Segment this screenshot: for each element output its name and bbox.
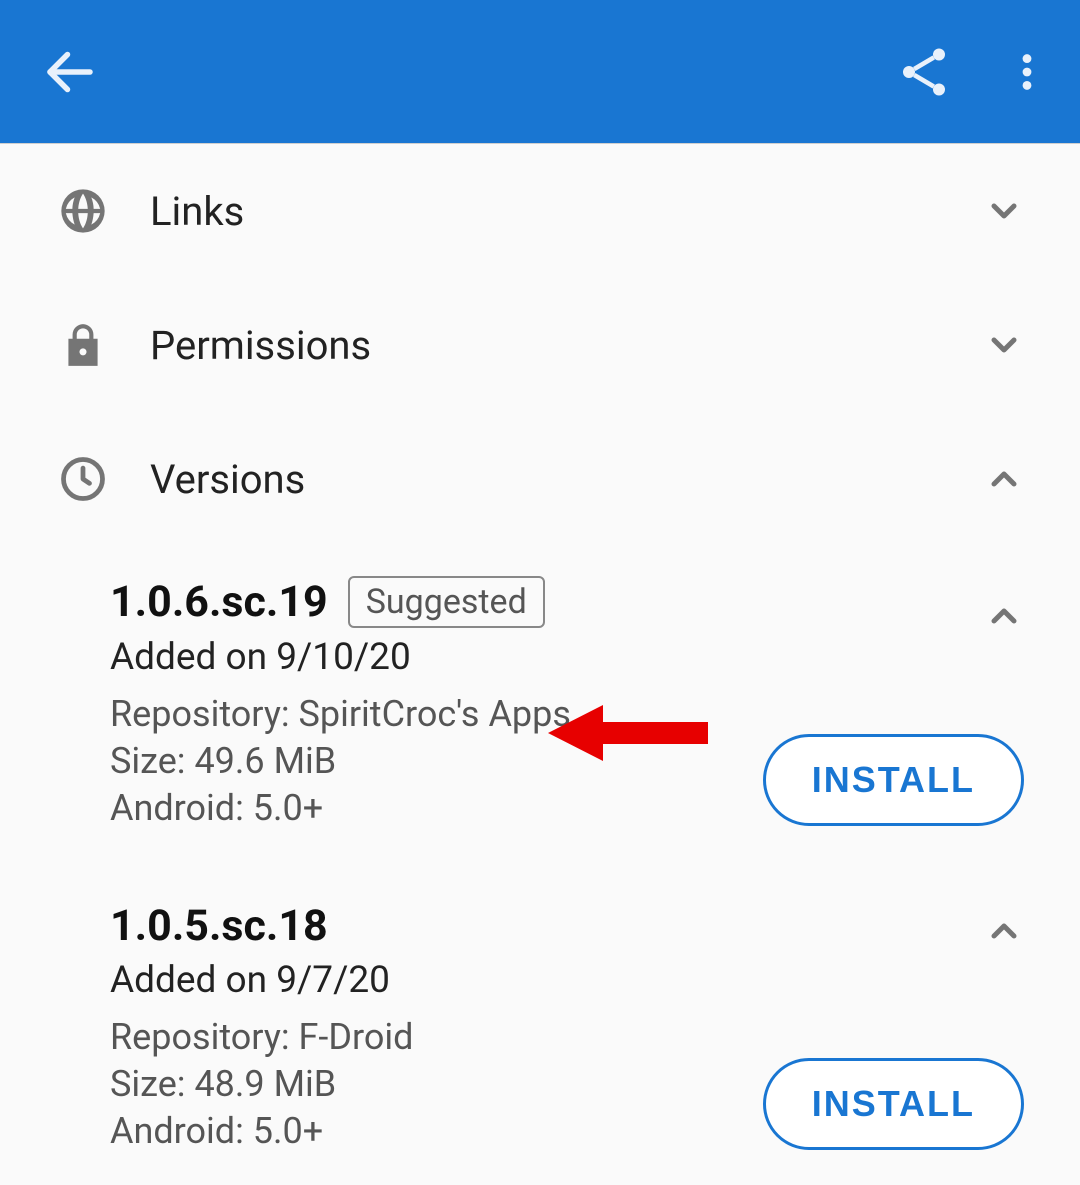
suggested-badge: Suggested — [348, 576, 545, 628]
chevron-up-icon — [984, 459, 1024, 499]
version-name: 1.0.6.sc.19 — [110, 577, 328, 627]
app-bar — [0, 0, 1080, 144]
install-button[interactable]: INSTALL — [763, 734, 1024, 826]
clock-icon — [56, 452, 110, 506]
version-item: 1.0.5.sc.18 Added on 9/7/20 Repository: … — [0, 861, 1080, 1184]
section-label: Permissions — [150, 322, 984, 369]
version-header[interactable]: 1.0.6.sc.19 Suggested — [110, 546, 1024, 628]
lock-icon — [56, 318, 110, 372]
globe-icon — [56, 184, 110, 238]
version-added: Added on 9/10/20 — [110, 636, 1024, 679]
chevron-up-icon — [984, 596, 1024, 636]
section-links[interactable]: Links — [0, 144, 1080, 278]
repository-line: Repository: F-Droid — [110, 1014, 1024, 1061]
share-button[interactable] — [894, 42, 954, 102]
version-collapse-button[interactable] — [984, 596, 1024, 640]
version-header[interactable]: 1.0.5.sc.18 — [110, 871, 1024, 951]
arrow-left-icon — [40, 42, 100, 102]
back-button[interactable] — [40, 42, 100, 102]
section-versions[interactable]: Versions — [0, 412, 1080, 546]
section-permissions[interactable]: Permissions — [0, 278, 1080, 412]
version-name: 1.0.5.sc.18 — [110, 901, 328, 951]
install-button[interactable]: INSTALL — [763, 1058, 1024, 1150]
version-added: Added on 9/7/20 — [110, 959, 1024, 1002]
share-icon — [894, 42, 954, 102]
version-item: 1.0.6.sc.19 Suggested Added on 9/10/20 R… — [0, 546, 1080, 861]
overflow-menu-button[interactable] — [1004, 42, 1050, 102]
section-label: Links — [150, 188, 984, 235]
chevron-down-icon — [984, 325, 1024, 365]
repository-line: Repository: SpiritCroc's Apps — [110, 691, 1024, 738]
version-collapse-button[interactable] — [984, 911, 1024, 955]
chevron-down-icon — [984, 191, 1024, 231]
more-vert-icon — [1004, 42, 1050, 102]
section-label: Versions — [150, 456, 984, 503]
chevron-up-icon — [984, 911, 1024, 951]
